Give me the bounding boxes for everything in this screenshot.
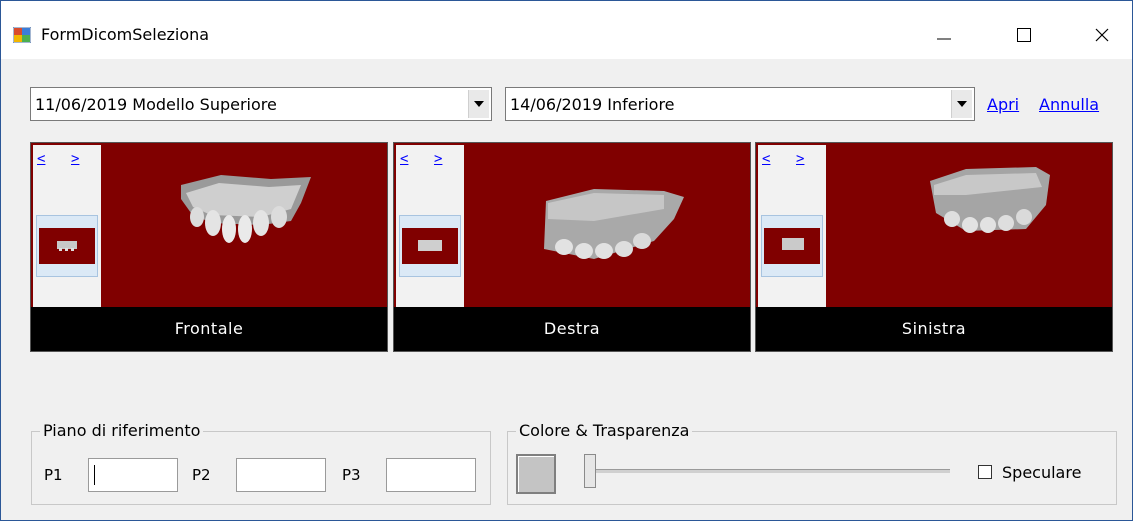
group-legend: Piano di riferimento xyxy=(40,421,204,440)
prev-image-link[interactable]: < xyxy=(762,151,770,167)
next-image-link[interactable]: > xyxy=(434,151,442,167)
dental-model-left-image xyxy=(930,167,1050,233)
view-caption: Frontale xyxy=(31,307,387,351)
thumbnail-image xyxy=(39,228,95,264)
thumbnail-strip: < > xyxy=(758,145,826,309)
next-image-link[interactable]: > xyxy=(796,151,804,167)
dental-model-frontal-image xyxy=(181,175,311,243)
cancel-link[interactable]: Annulla xyxy=(1039,95,1099,114)
transparency-slider-track[interactable] xyxy=(588,469,950,473)
close-icon xyxy=(1095,28,1109,42)
prev-image-link[interactable]: < xyxy=(400,151,408,167)
p3-field[interactable] xyxy=(386,458,476,492)
dental-model-right-image xyxy=(544,189,684,259)
p3-label: P3 xyxy=(342,466,361,484)
color-picker-button[interactable] xyxy=(516,454,556,494)
dropdown-arrow-button[interactable] xyxy=(951,90,972,118)
upper-model-select[interactable]: 11/06/2019 Modello Superiore xyxy=(30,87,492,121)
thumbnail-strip: < > xyxy=(396,145,464,309)
thumbnail-image xyxy=(764,228,820,264)
minimize-icon xyxy=(937,38,951,40)
color-transparency-group: Colore & Trasparenza Speculare xyxy=(507,421,1117,505)
app-icon xyxy=(13,27,31,43)
lower-model-select[interactable]: 14/06/2019 Inferiore xyxy=(505,87,975,121)
maximize-button[interactable] xyxy=(1001,15,1047,55)
window-title: FormDicomSeleziona xyxy=(41,25,210,44)
title-bar[interactable]: FormDicomSeleziona xyxy=(1,1,1132,59)
thumbnail[interactable] xyxy=(36,215,98,277)
text-caret xyxy=(94,465,95,485)
p2-field[interactable] xyxy=(236,458,326,492)
transparency-slider-thumb[interactable] xyxy=(584,454,596,488)
minimize-button[interactable] xyxy=(921,15,967,55)
open-link[interactable]: Apri xyxy=(987,95,1019,114)
maximize-icon xyxy=(1017,28,1031,42)
viewport-right[interactable]: < > Destra xyxy=(393,142,751,352)
chevron-down-icon xyxy=(957,101,967,107)
p1-field[interactable] xyxy=(88,458,178,492)
reference-plane-group: Piano di riferimento P1 P2 P3 xyxy=(31,421,491,505)
close-button[interactable] xyxy=(1079,15,1125,55)
viewport-frontal[interactable]: < > Frontale xyxy=(30,142,388,352)
thumbnail-strip: < > xyxy=(33,145,101,309)
specular-label[interactable]: Speculare xyxy=(1002,463,1081,482)
lower-model-value: 14/06/2019 Inferiore xyxy=(510,95,675,114)
main-window: FormDicomSeleziona 11/06/2019 Modello Su… xyxy=(0,0,1133,521)
dental-model-icon xyxy=(782,238,804,250)
thumbnail[interactable] xyxy=(761,215,823,277)
specular-checkbox[interactable] xyxy=(978,465,992,479)
group-legend: Colore & Trasparenza xyxy=(516,421,693,440)
prev-image-link[interactable]: < xyxy=(37,151,45,167)
viewport-left[interactable]: < > Sinistra xyxy=(755,142,1113,352)
thumbnail-image xyxy=(402,228,458,264)
upper-model-value: 11/06/2019 Modello Superiore xyxy=(35,95,277,114)
p2-label: P2 xyxy=(192,466,211,484)
chevron-down-icon xyxy=(474,101,484,107)
dropdown-arrow-button[interactable] xyxy=(468,90,489,118)
view-caption: Destra xyxy=(394,307,750,351)
p1-label: P1 xyxy=(44,466,63,484)
view-caption: Sinistra xyxy=(756,307,1112,351)
dental-model-icon xyxy=(418,240,442,251)
thumbnail[interactable] xyxy=(399,215,461,277)
next-image-link[interactable]: > xyxy=(71,151,79,167)
dental-model-icon xyxy=(57,241,77,251)
